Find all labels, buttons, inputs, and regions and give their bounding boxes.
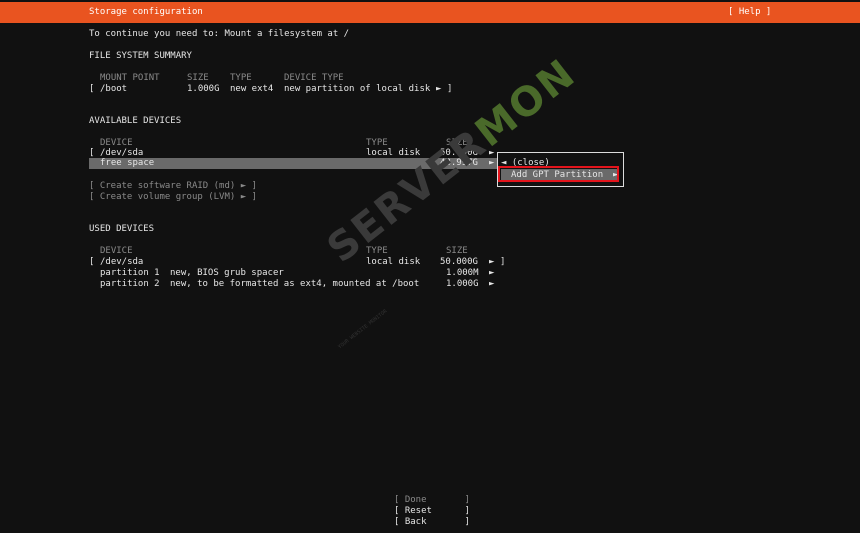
partition-1-name: partition 1	[100, 268, 160, 278]
fs-header-mount: MOUNT POINT	[100, 73, 160, 83]
fs-row-device-type: new partition of local disk	[284, 84, 431, 94]
used-devices-title: USED DEVICES	[89, 224, 155, 234]
instruction-text: To continue you need to: Mount a filesys…	[89, 29, 350, 39]
used-disk-type: local disk	[366, 257, 421, 267]
fs-header-type: TYPE	[230, 73, 252, 83]
partition-2-name: partition 2	[100, 279, 160, 289]
available-devices-title: AVAILABLE DEVICES	[89, 116, 182, 126]
help-button[interactable]: [ Help ]	[728, 7, 771, 18]
used-header-size: SIZE	[446, 246, 468, 256]
free-space-label: free space	[100, 158, 155, 168]
watermark-left: SERVER	[318, 120, 496, 273]
header-bar: Storage configuration [ Help ]	[0, 2, 860, 23]
partition-2-desc: new, to be formatted as ext4, mounted at…	[170, 279, 420, 289]
fs-row-size: 1.000G	[187, 84, 220, 94]
partition-1-desc: new, BIOS grub spacer	[170, 268, 284, 278]
fs-row-mount: /boot	[100, 84, 128, 94]
fs-row-arrow-icon: ►	[436, 84, 442, 94]
fs-row-close-bracket: ]	[447, 84, 453, 94]
page-title: Storage configuration	[89, 7, 203, 17]
used-disk-size: 50.000G	[440, 257, 478, 267]
reset-button[interactable]: [ Reset ]	[394, 506, 470, 517]
watermark-tagline: YOUR WEBSITE MONITOR	[337, 308, 389, 351]
used-disk-close-bracket: ]	[500, 257, 506, 267]
create-lvm-button[interactable]: [ Create volume group (LVM) ► ]	[89, 192, 257, 203]
annotation-highlight-box	[498, 166, 619, 182]
done-button[interactable]: [ Done ]	[394, 495, 470, 506]
fs-header-size: SIZE	[187, 73, 209, 83]
partition-1-arrow-icon[interactable]: ►	[489, 268, 494, 279]
used-disk-device: /dev/sda	[100, 257, 144, 267]
watermark-right: MON	[467, 50, 585, 157]
used-disk-arrow-icon[interactable]: ►	[489, 257, 494, 268]
used-header-device: DEVICE	[100, 246, 133, 256]
used-disk-open-bracket: [	[89, 257, 95, 267]
partition-2-size: 1.000G	[446, 279, 479, 289]
partition-1-size: 1.000M	[446, 268, 479, 278]
create-raid-button[interactable]: [ Create software RAID (md) ► ]	[89, 181, 257, 192]
fs-row-open-bracket: [	[89, 84, 95, 94]
partition-2-arrow-icon[interactable]: ►	[489, 279, 494, 290]
fs-summary-title: FILE SYSTEM SUMMARY	[89, 51, 192, 61]
fs-row-type: new ext4	[230, 84, 274, 94]
fs-header-device-type: DEVICE TYPE	[284, 73, 344, 83]
back-button[interactable]: [ Back ]	[394, 517, 470, 528]
